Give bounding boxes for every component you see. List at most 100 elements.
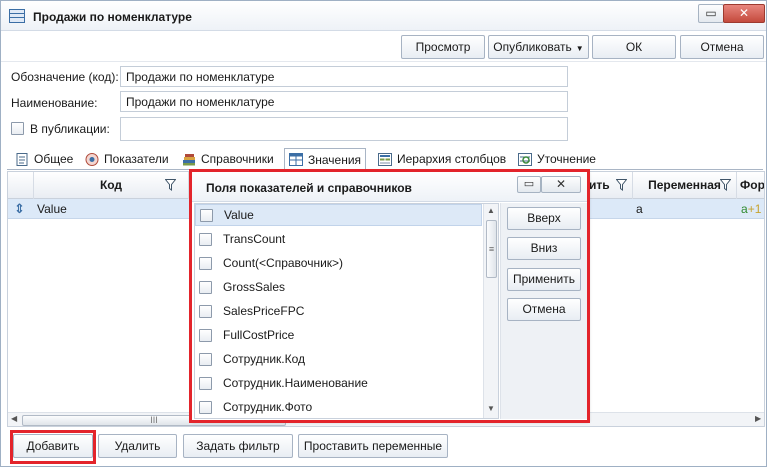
tab-values[interactable]: Значения	[284, 148, 367, 170]
field-label: SalesPriceFPC	[223, 304, 305, 318]
vertical-scrollbar[interactable]: ▲ ≡ ▼	[483, 204, 498, 418]
scroll-down-icon[interactable]: ▼	[487, 404, 495, 413]
field-checkbox[interactable]	[199, 352, 212, 366]
scroll-left-icon[interactable]: ◀	[11, 414, 17, 423]
cell-formula[interactable]: a+1	[741, 199, 764, 219]
apply-button[interactable]: Применить	[507, 268, 581, 291]
field-checkbox[interactable]	[199, 256, 212, 270]
refine-icon	[518, 152, 532, 166]
tab-column-hierarchy[interactable]: Иерархия столбцов	[374, 149, 510, 169]
column-header-label: Код	[99, 178, 123, 192]
field-checkbox[interactable]	[199, 376, 212, 390]
column-header-label: ить	[589, 178, 610, 192]
cell-variable[interactable]: a	[636, 199, 726, 219]
document-icon	[15, 152, 29, 166]
ok-button[interactable]: ОК	[592, 35, 676, 59]
set-filter-button[interactable]: Задать фильтр	[183, 434, 293, 458]
tab-indicators[interactable]: Показатели	[81, 149, 173, 169]
table-icon	[9, 9, 25, 23]
chevron-down-icon: ▼	[575, 44, 584, 53]
list-item[interactable]: Value	[195, 204, 482, 226]
popup-title: Поля показателей и справочников	[206, 181, 412, 195]
filter-icon[interactable]	[720, 179, 731, 191]
field-label: Сотрудник.Наименование	[223, 376, 368, 390]
row-marker-icon: ⇕	[14, 201, 25, 216]
table-icon	[289, 153, 303, 166]
tab-label: Значения	[308, 152, 362, 167]
tab-directories[interactable]: Справочники	[178, 149, 278, 169]
set-variables-button[interactable]: Проставить переменные	[298, 434, 448, 458]
field-label: FullCostPrice	[223, 328, 295, 342]
cancel-button[interactable]: Отмена	[680, 35, 764, 59]
move-down-button[interactable]: Вниз	[507, 237, 581, 260]
tab-label: Уточнение	[537, 152, 596, 166]
list-item[interactable]: Сотрудник.Фото	[195, 396, 482, 418]
tab-general[interactable]: Общее	[11, 149, 77, 169]
fields-list: Value TransCount Count(<Справочник>) Gro…	[194, 203, 499, 419]
close-button[interactable]: ✕	[723, 4, 765, 23]
field-checkbox[interactable]	[200, 208, 213, 222]
column-header-formula[interactable]: Форм	[737, 172, 765, 199]
field-label: GrossSales	[223, 280, 286, 294]
field-label: Value	[224, 208, 254, 222]
list-item[interactable]: TransCount	[195, 228, 482, 250]
scroll-up-icon[interactable]: ▲	[487, 206, 495, 215]
column-header-label: Переменная	[648, 178, 721, 192]
restore-button[interactable]: ▭	[698, 4, 724, 23]
tab-label: Общее	[34, 152, 74, 166]
row-marker-header	[8, 172, 34, 199]
tab-refinement[interactable]: Уточнение	[514, 149, 600, 169]
tab-label: Показатели	[104, 152, 169, 166]
list-item[interactable]: SalesPriceFPC	[195, 300, 482, 322]
publication-label: В публикации:	[30, 122, 110, 136]
list-item[interactable]: Сотрудник.Наименование	[195, 372, 482, 394]
window-title: Продажи по номенклатуре	[33, 10, 192, 24]
field-checkbox[interactable]	[199, 280, 212, 294]
field-checkbox[interactable]	[199, 232, 212, 246]
field-label: Count(<Справочник>)	[223, 256, 344, 270]
list-item[interactable]: GrossSales	[195, 276, 482, 298]
books-icon	[182, 153, 196, 166]
filter-icon[interactable]	[165, 179, 176, 191]
field-label: Сотрудник.Фото	[223, 400, 313, 414]
popup-cancel-button[interactable]: Отмена	[507, 298, 581, 321]
cell-code[interactable]: Value	[37, 199, 187, 219]
add-button[interactable]: Добавить	[13, 434, 93, 458]
tabs-divider	[7, 169, 763, 170]
list-item[interactable]: Сотрудник.Код	[195, 348, 482, 370]
popup-title-bar: Поля показателей и справочников ▭ ✕	[192, 172, 587, 202]
popup-actions: Вверх Вниз Применить Отмена	[500, 203, 587, 419]
fields-popup: Поля показателей и справочников ▭ ✕ Valu…	[191, 171, 588, 421]
scroll-right-icon[interactable]: ▶	[755, 414, 761, 423]
code-input[interactable]: Продажи по номенклатуре	[120, 66, 568, 87]
name-label: Наименование:	[11, 96, 98, 110]
popup-restore-button[interactable]: ▭	[517, 176, 541, 193]
toolbar-separator	[1, 61, 766, 62]
filter-icon[interactable]	[616, 179, 627, 191]
delete-button[interactable]: Удалить	[98, 434, 177, 458]
scrollbar-thumb[interactable]: ≡	[486, 220, 497, 278]
field-checkbox[interactable]	[199, 400, 212, 414]
name-input[interactable]: Продажи по номенклатуре	[120, 91, 568, 112]
hierarchy-icon	[378, 152, 392, 166]
list-item[interactable]: FullCostPrice	[195, 324, 482, 346]
popup-close-button[interactable]: ✕	[541, 176, 581, 193]
field-checkbox[interactable]	[199, 304, 212, 318]
title-bar: Продажи по номенклатуре ▭ ✕	[1, 1, 766, 31]
publication-input[interactable]	[120, 117, 568, 141]
column-header-label: Форм	[740, 178, 765, 192]
indicators-icon	[85, 152, 99, 166]
report-window: Продажи по номенклатуре ▭ ✕ Просмотр Опу…	[0, 0, 767, 467]
tab-label: Справочники	[201, 152, 274, 166]
move-up-button[interactable]: Вверх	[507, 207, 581, 230]
field-label: Сотрудник.Код	[223, 352, 306, 366]
code-label: Обозначение (код):	[11, 70, 119, 84]
field-checkbox[interactable]	[199, 328, 212, 342]
list-item[interactable]: Count(<Справочник>)	[195, 252, 482, 274]
publish-label: Опубликовать	[493, 40, 572, 54]
publication-checkbox[interactable]	[11, 122, 24, 135]
publish-dropdown-button[interactable]: Опубликовать ▼	[488, 35, 589, 59]
preview-button[interactable]: Просмотр	[401, 35, 485, 59]
formula-operator: +1	[747, 202, 762, 216]
tab-label: Иерархия столбцов	[397, 152, 507, 166]
